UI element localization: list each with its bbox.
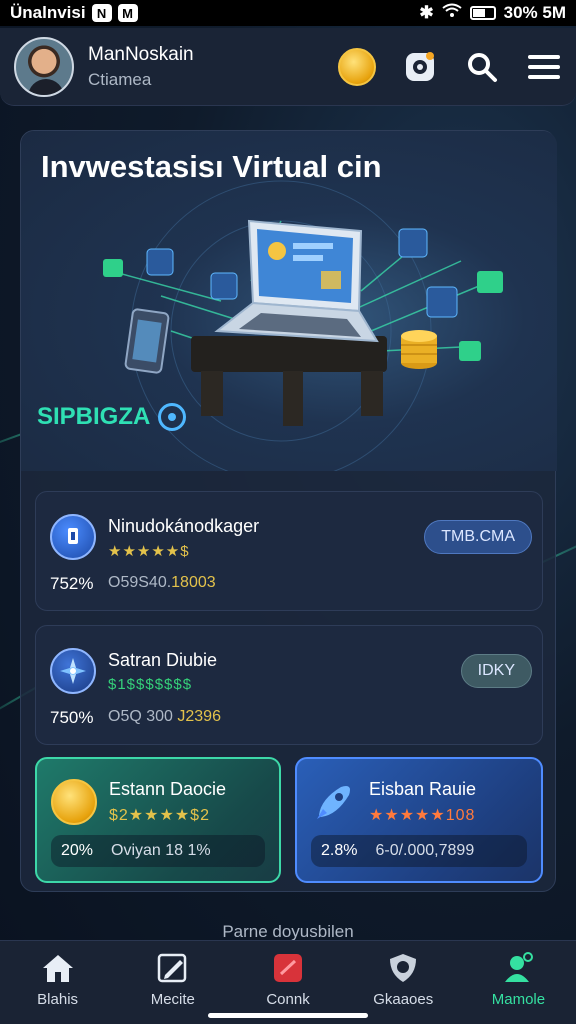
nav-label: Mamole xyxy=(491,991,546,1008)
item-percent: 750% xyxy=(50,708,94,727)
avatar[interactable] xyxy=(14,36,74,97)
user-name: ManNoskain xyxy=(88,43,194,65)
nav-label: Mecite xyxy=(150,991,195,1008)
hero-tag-label: SIPBIGZA xyxy=(37,403,151,430)
shield-icon xyxy=(385,951,421,985)
item-value: O59S40.18003 xyxy=(108,574,216,592)
user-subtitle: Ctiamea xyxy=(88,69,152,89)
card-rating: ★★★★★108 xyxy=(369,807,476,824)
card-value: Oviyan 18 1% xyxy=(111,842,211,859)
search-icon[interactable] xyxy=(464,49,500,85)
coin-icon[interactable] xyxy=(338,47,376,86)
hero-title: Invwestasisı Virtual cin xyxy=(41,149,382,184)
status-bar: Ünalnvisi N M ✱ 30% 5M xyxy=(0,0,576,26)
coin-icon xyxy=(51,779,97,825)
card-value: 6-0/.000,7899 xyxy=(375,842,475,859)
hero-banner[interactable]: Invwestasisı Virtual cin SIPBIGZA xyxy=(21,131,557,471)
nav-label: Gkaaoes xyxy=(373,991,434,1008)
menu-icon[interactable] xyxy=(526,49,562,85)
nav-item-edit[interactable]: Mecite xyxy=(115,941,230,1024)
compass-icon xyxy=(50,648,96,694)
item-title: Ninudokánodkager xyxy=(108,516,260,536)
card-title: Eisban Rauie xyxy=(369,779,477,799)
item-title: Satran Diubie xyxy=(108,650,218,670)
item-action-button[interactable]: TMB.CMA xyxy=(424,520,532,554)
card-stats: 2.8% 6-0/.000,7899 xyxy=(311,835,527,867)
list-item[interactable]: Ninudokánodkager ★★★★★$ 752% O59S40.1800… xyxy=(35,491,543,611)
item-value-highlight: J2396 xyxy=(177,708,221,725)
nav-item-shield[interactable]: Gkaaoes xyxy=(346,941,461,1024)
target-icon xyxy=(158,403,187,431)
nav-item-home[interactable]: Blahis xyxy=(0,941,115,1024)
item-rating: ★★★★★$ xyxy=(108,543,190,560)
battery-icon xyxy=(469,6,496,20)
item-rating: $1$$$$$$$ xyxy=(108,676,193,693)
carrier-text: Ünalnvisi xyxy=(10,3,86,22)
notification-badge: N xyxy=(91,4,112,22)
hero-tag: SIPBIGZA xyxy=(37,403,187,431)
card-percent: 20% xyxy=(61,842,94,859)
nav-item-profile[interactable]: Mamole xyxy=(461,941,576,1024)
item-percent: 752% xyxy=(50,574,94,593)
wallet-icon xyxy=(50,514,96,560)
home-icon xyxy=(40,951,76,985)
profile-icon xyxy=(500,951,536,985)
user-info: ManNoskain Ctiamea xyxy=(88,44,194,90)
home-indicator[interactable] xyxy=(208,1013,368,1018)
status-text: 30% 5M xyxy=(503,3,566,22)
bottom-nav: Blahis Mecite Connk Gkaaoes Mamole xyxy=(0,940,576,1024)
rocket-icon xyxy=(311,779,357,825)
notification-badge: M xyxy=(117,4,138,22)
item-value-prefix: O5Q 300 xyxy=(108,708,178,725)
item-value-highlight: 18003 xyxy=(171,574,216,591)
tag-icon xyxy=(270,951,306,985)
nav-label: Blahis xyxy=(37,991,79,1008)
nav-label: Connk xyxy=(266,991,310,1008)
nav-item-tag[interactable]: Connk xyxy=(230,941,345,1024)
item-value-prefix: O59S40. xyxy=(108,574,172,591)
item-value: O5Q 300 J2396 xyxy=(108,708,221,726)
list-item[interactable]: Satran Diubie $1$$$$$$$ 750% O5Q 300 J23… xyxy=(35,625,543,745)
investment-card[interactable]: Estann Daocie $2★★★★$2 20% Oviyan 18 1% xyxy=(35,757,281,883)
card-rating: $2★★★★$2 xyxy=(109,807,210,824)
card-percent: 2.8% xyxy=(321,842,358,859)
card-stats: 20% Oviyan 18 1% xyxy=(51,835,265,867)
card-title: Estann Daocie xyxy=(109,779,227,799)
investment-card[interactable]: Eisban Rauie ★★★★★108 2.8% 6-0/.000,7899 xyxy=(295,757,543,883)
wifi-icon xyxy=(442,3,462,24)
edit-icon xyxy=(155,951,191,985)
gear-icon[interactable] xyxy=(402,49,438,85)
main-card: Invwestasisı Virtual cin SIPBIGZA Ninudo… xyxy=(20,130,557,892)
footnote-text: Parne doyusbilen xyxy=(222,922,354,941)
app-header: ManNoskain Ctiamea xyxy=(0,28,576,106)
bluetooth-icon: ✱ xyxy=(419,3,434,22)
item-action-button[interactable]: IDKY xyxy=(460,654,532,688)
